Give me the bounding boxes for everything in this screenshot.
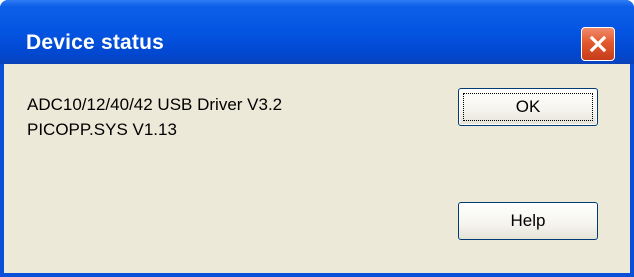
close-x-icon [589,35,607,53]
focus-rectangle [463,93,593,121]
window-title: Device status [26,31,165,54]
ok-button[interactable]: OK [458,88,598,126]
device-status-dialog: Device status ADC10/12/40/42 USB Driver … [0,0,634,277]
dialog-body: ADC10/12/40/42 USB Driver V3.2 PICOPP.SY… [4,64,630,273]
close-button[interactable] [581,27,615,61]
driver-version-text: ADC10/12/40/42 USB Driver V3.2 [27,95,283,114]
help-button-label: Help [510,211,546,230]
help-button[interactable]: Help [458,202,598,240]
sys-version-text: PICOPP.SYS V1.13 [27,120,177,139]
title-bar[interactable]: Device status [0,0,634,64]
